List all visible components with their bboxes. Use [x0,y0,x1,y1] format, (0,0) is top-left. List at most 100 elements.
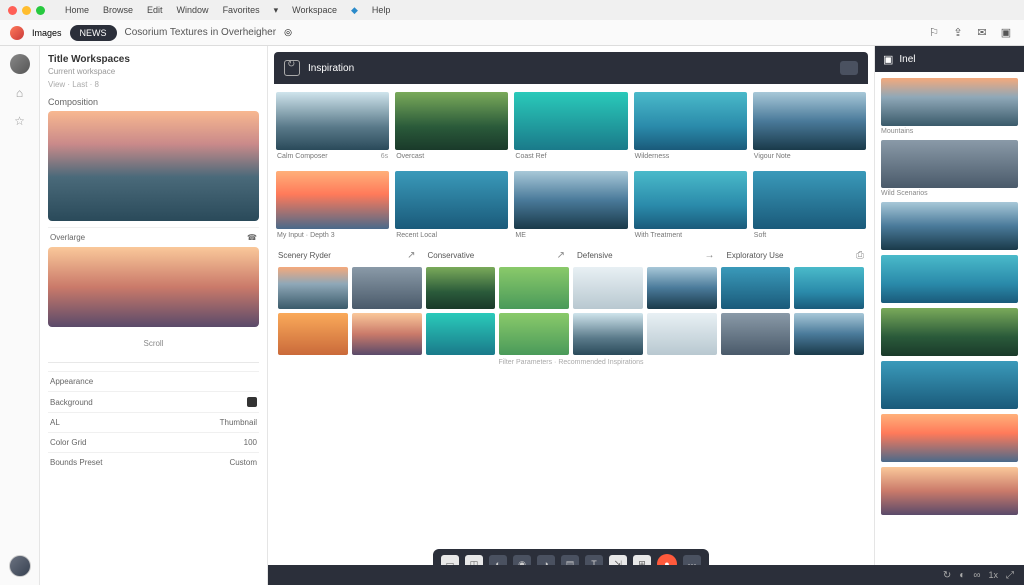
thumb[interactable] [426,313,496,355]
left-rail: ⌂ ☆ [0,46,40,585]
card[interactable]: Coast Ref [514,92,627,163]
thumb[interactable] [426,267,496,309]
right-item[interactable] [881,308,1018,356]
status-link-icon[interactable]: ∞ [973,570,980,581]
card[interactable]: With Treatment [634,171,747,242]
refresh-icon[interactable] [284,60,300,76]
right-panel-header: ▣ Inel [875,46,1024,72]
sidebar-title: Title Workspaces [48,54,259,65]
prop-background[interactable]: Background [48,391,259,412]
sidebar: Title Workspaces Current workspace View … [40,46,268,585]
panel-options-icon[interactable] [840,61,858,75]
grid-row-1: Calm Composer6s Overcast Coast Ref Wilde… [276,92,866,163]
preview-image-2[interactable] [48,247,259,327]
archive-icon[interactable]: ▣ [998,25,1014,41]
thumb[interactable] [278,313,348,355]
chat-icon[interactable]: ✉ [974,25,990,41]
close-window[interactable] [8,6,17,15]
color-swatch[interactable] [247,397,257,407]
status-expand-icon[interactable]: ⤢ [1006,570,1014,581]
thumb[interactable] [352,313,422,355]
thumb[interactable] [278,267,348,309]
app-brand: Images [32,28,62,38]
right-item[interactable] [881,255,1018,303]
expand-icon: ↗ [407,250,415,261]
main-panel: Inspiration Calm Composer6s Overcast Coa… [268,46,874,585]
menu-favorites[interactable]: Favorites [223,5,260,15]
thumb[interactable] [794,313,864,355]
rail-bookmark-icon[interactable]: ☆ [11,112,29,130]
maximize-window[interactable] [36,6,45,15]
card[interactable]: Recent Local [395,171,508,242]
prop-color-grid[interactable]: Color Grid100 [48,432,259,452]
news-pill[interactable]: NEWS [70,25,117,41]
card[interactable]: My Input · Depth 3 [276,171,389,242]
card[interactable]: Vigour Note [753,92,866,163]
window-controls [8,6,45,15]
section-defensive[interactable]: Defensive→ [577,250,715,261]
menu-home[interactable]: Home [65,5,89,15]
prop-thumbnail[interactable]: ALThumbnail [48,412,259,432]
sidebar-meta: View · Last · 8 [48,80,259,89]
right-item[interactable] [881,414,1018,462]
right-item[interactable] [881,361,1018,409]
expand-icon: ↗ [557,250,565,261]
thumb[interactable] [573,267,643,309]
section-conservative[interactable]: Conservative↗ [428,250,566,261]
statusbar: ↻ ◐ ∞ 1x ⤢ [268,565,1024,585]
thumb[interactable] [573,313,643,355]
toolbar: Images NEWS Cosorium Textures in Overhei… [0,20,1024,46]
right-item[interactable] [881,467,1018,515]
menu-edit[interactable]: Edit [147,5,163,15]
preview-image-1[interactable] [48,111,259,221]
grid-row-2: My Input · Depth 3 Recent Local ME With … [276,171,866,242]
zoom-level[interactable]: 1x [988,570,998,580]
sidebar-subtitle: Current workspace [48,67,259,76]
scroll-label: Scroll [48,333,259,354]
bottom-grid [276,267,866,355]
right-item[interactable]: Wild Scenarios [881,140,1018,197]
phone-icon: ☎ [247,233,257,242]
thumb[interactable] [647,267,717,309]
card[interactable]: ME [514,171,627,242]
user-avatar[interactable] [10,54,30,74]
notifications-icon[interactable]: ⚐ [926,25,942,41]
share-icon[interactable]: ⇪ [950,25,966,41]
right-item[interactable] [881,202,1018,250]
rail-profile-avatar[interactable] [9,555,31,577]
card[interactable]: Calm Composer6s [276,92,389,163]
bottom-caption: Filter Parameters · Recommended Inspirat… [276,355,866,370]
section-scenery[interactable]: Scenery Ryder↗ [278,250,416,261]
menu-window[interactable]: Window [177,5,209,15]
thumb[interactable] [647,313,717,355]
thumb[interactable] [352,267,422,309]
panel-icon: ▣ [883,53,893,66]
thumb[interactable] [499,313,569,355]
prop-appearance[interactable]: Appearance [48,371,259,391]
status-moon-icon[interactable]: ◐ [959,570,965,581]
menu-workspace[interactable]: Workspace [292,5,337,15]
panel-header: Inspiration [274,52,868,84]
document-title: Cosorium Textures in Overheigher [125,27,277,38]
menubar: Home Browse Edit Window Favorites ▾ Work… [0,0,1024,20]
menu-help[interactable]: Help [372,5,391,15]
thumb[interactable] [794,267,864,309]
card[interactable]: Soft [753,171,866,242]
print-icon: ⎙ [856,250,864,261]
section-exploratory[interactable]: Exploratory Use⎙ [727,250,865,261]
panel-title: Inspiration [308,63,354,74]
sync-status-icon: ◎ [284,27,292,38]
prop-bounds[interactable]: Bounds PresetCustom [48,452,259,472]
thumb[interactable] [721,313,791,355]
card[interactable]: Wilderness [634,92,747,163]
section-overlarge[interactable]: Overlarge☎ [48,227,259,247]
status-sync-icon[interactable]: ↻ [943,570,951,581]
rail-home-icon[interactable]: ⌂ [11,84,29,102]
menu-browse[interactable]: Browse [103,5,133,15]
section-headers: Scenery Ryder↗ Conservative↗ Defensive→ … [276,250,866,261]
minimize-window[interactable] [22,6,31,15]
card[interactable]: Overcast [395,92,508,163]
thumb[interactable] [499,267,569,309]
right-item[interactable]: Mountains [881,78,1018,135]
thumb[interactable] [721,267,791,309]
